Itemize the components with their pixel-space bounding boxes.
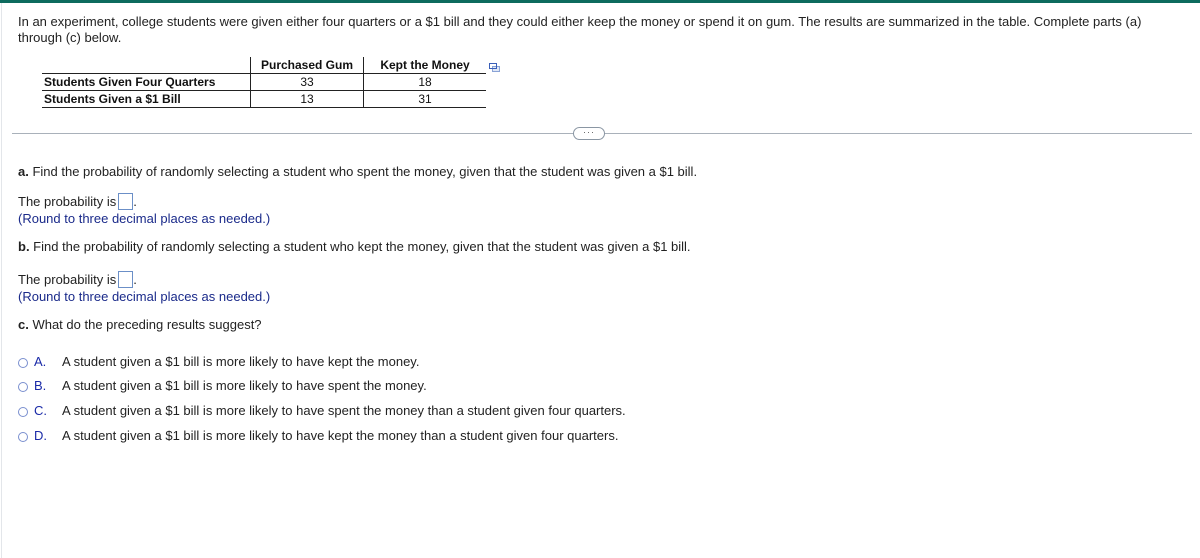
part-b-text: Find the probability of randomly selecti… bbox=[29, 239, 691, 254]
radio-button-icon[interactable] bbox=[18, 358, 28, 368]
problem-intro: In an experiment, college students were … bbox=[18, 14, 1142, 45]
table-cell: 31 bbox=[363, 90, 486, 108]
part-a-answer-input[interactable] bbox=[118, 193, 134, 210]
part-b-suffix: . bbox=[133, 272, 137, 287]
option-d[interactable]: D. A student given a $1 bill is more like… bbox=[18, 428, 618, 444]
option-letter: B. bbox=[34, 378, 47, 393]
radio-button-icon[interactable] bbox=[18, 407, 28, 417]
option-b[interactable]: B. A student given a $1 bill is more like… bbox=[18, 378, 427, 394]
part-a-question: a. Find the probability of randomly sele… bbox=[18, 164, 697, 180]
option-text: A student given a $1 bill is more likely… bbox=[62, 378, 427, 393]
left-border bbox=[1, 3, 2, 558]
expand-more-button[interactable]: ··· bbox=[573, 127, 605, 140]
option-c[interactable]: C. A student given a $1 bill is more like… bbox=[18, 403, 626, 419]
part-c-text: What do the preceding results suggest? bbox=[28, 317, 262, 332]
option-text: A student given a $1 bill is more likely… bbox=[62, 354, 420, 369]
part-b-question: b. Find the probability of randomly sele… bbox=[18, 239, 691, 255]
part-b-answer-line: The probability is. bbox=[18, 271, 137, 288]
table-corner-cell bbox=[42, 57, 251, 74]
radio-button-icon[interactable] bbox=[18, 432, 28, 442]
option-text: A student given a $1 bill is more likely… bbox=[62, 403, 626, 418]
part-c-letter: c. bbox=[18, 317, 29, 332]
part-a-answer-line: The probability is. bbox=[18, 193, 137, 210]
part-b-letter: b. bbox=[18, 239, 30, 254]
part-b-answer-input[interactable] bbox=[118, 271, 134, 288]
copy-table-icon[interactable] bbox=[489, 61, 500, 72]
row-header: Students Given Four Quarters bbox=[42, 73, 251, 91]
table-header-row: Purchased Gum Kept the Money bbox=[42, 57, 486, 74]
part-b-prompt: The probability is bbox=[18, 272, 117, 287]
table-row: Students Given Four Quarters 33 18 bbox=[42, 73, 486, 91]
data-table: Purchased Gum Kept the Money Students Gi… bbox=[42, 57, 486, 108]
part-a-letter: a. bbox=[18, 164, 29, 179]
table-cell: 18 bbox=[363, 73, 486, 91]
part-c-question: c. What do the preceding results suggest… bbox=[18, 317, 262, 333]
column-header: Kept the Money bbox=[363, 57, 486, 74]
table-cell: 13 bbox=[250, 90, 364, 108]
option-text: A student given a $1 bill is more likely… bbox=[62, 428, 619, 443]
part-a-suffix: . bbox=[133, 194, 137, 209]
option-a[interactable]: A. A student given a $1 bill is more like… bbox=[18, 354, 419, 370]
row-header: Students Given a $1 Bill bbox=[42, 90, 251, 108]
part-a-prompt: The probability is bbox=[18, 194, 117, 209]
option-letter: A. bbox=[34, 354, 47, 369]
table-cell: 33 bbox=[250, 73, 364, 91]
option-letter: C. bbox=[34, 403, 47, 418]
part-a-hint: (Round to three decimal places as needed… bbox=[18, 211, 271, 226]
part-a-text: Find the probability of randomly selecti… bbox=[28, 164, 698, 179]
top-accent-bar bbox=[0, 0, 1200, 3]
table-row: Students Given a $1 Bill 13 31 bbox=[42, 90, 486, 108]
option-letter: D. bbox=[34, 428, 47, 443]
part-b-hint: (Round to three decimal places as needed… bbox=[18, 289, 271, 304]
column-header: Purchased Gum bbox=[250, 57, 364, 74]
radio-button-icon[interactable] bbox=[18, 382, 28, 392]
